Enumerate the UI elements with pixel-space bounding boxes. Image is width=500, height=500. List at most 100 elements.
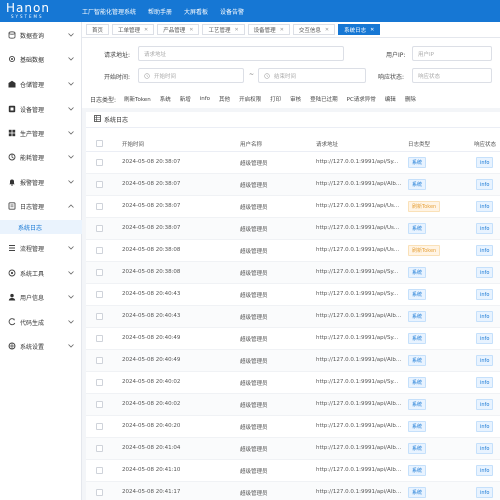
table-row[interactable]: 2024-05-08 20:38:07 超级管理员 http://127.0.0.1… xyxy=(86,152,500,174)
row-checkbox[interactable] xyxy=(96,247,103,254)
tab-work-order[interactable]: 工单管理 ✕ xyxy=(112,24,155,35)
row-checkbox[interactable] xyxy=(96,379,103,386)
table-row[interactable]: 2024-05-08 20:40:43 超级管理员 http://127.0.0.1… xyxy=(86,306,500,328)
row-checkbox[interactable] xyxy=(96,489,103,496)
log-type-badge: 系统 xyxy=(408,421,427,432)
table-row[interactable]: 2024-05-08 20:41:10 超级管理员 http://127.0.0.1… xyxy=(86,460,500,482)
top-nav-help[interactable]: 帮助手册 xyxy=(148,7,172,16)
select-all-checkbox[interactable] xyxy=(96,140,103,147)
brand-logo[interactable]: Hanon SYSTEMS xyxy=(0,0,82,22)
status-select[interactable]: 响应状态 xyxy=(412,68,492,83)
sidebar-item-basic-data[interactable]: 基础数据 xyxy=(0,52,82,66)
tab-system-log[interactable]: 系统日志 ✕ xyxy=(338,24,381,35)
log-type-option[interactable]: info xyxy=(200,96,210,102)
cell-start-time: 2024-05-08 20:41:10 xyxy=(122,467,181,473)
close-icon[interactable]: ✕ xyxy=(189,27,193,33)
sidebar-item-warehouse[interactable]: 仓储管理 xyxy=(0,77,82,91)
tab-label: 产品管理 xyxy=(163,27,186,34)
log-type-option[interactable]: 审核 xyxy=(290,95,301,103)
start-time-input[interactable]: 开始时间 xyxy=(138,68,244,83)
row-checkbox[interactable] xyxy=(96,313,103,320)
sidebar-item-production[interactable]: 生产管理 xyxy=(0,126,82,140)
column-header-start-time: 开始时间 xyxy=(122,141,145,148)
sidebar-item-data-query[interactable]: 数据查询 xyxy=(0,28,82,42)
table-row[interactable]: 2024-05-08 20:41:17 超级管理员 http://127.0.0.1… xyxy=(86,482,500,500)
log-type-option[interactable]: 新增 xyxy=(180,95,191,103)
end-time-input[interactable]: 结束时间 xyxy=(258,68,366,83)
cell-user: 超级管理员 xyxy=(240,469,268,475)
row-checkbox[interactable] xyxy=(96,467,103,474)
row-checkbox[interactable] xyxy=(96,203,103,210)
close-icon[interactable]: ✕ xyxy=(325,27,329,33)
table-row[interactable]: 2024-05-08 20:38:08 超级管理员 http://127.0.0.1… xyxy=(86,240,500,262)
row-checkbox[interactable] xyxy=(96,181,103,188)
sidebar-item-energy[interactable]: 能耗管理 xyxy=(0,150,82,164)
log-type-option[interactable]: 开启权限 xyxy=(239,95,261,103)
table-row[interactable]: 2024-05-08 20:40:02 超级管理员 http://127.0.0.1… xyxy=(86,394,500,416)
top-nav-dashboard[interactable]: 大屏看板 xyxy=(184,7,208,16)
table-row[interactable]: 2024-05-08 20:40:49 超级管理员 http://127.0.0.1… xyxy=(86,328,500,350)
sidebar-item-flow[interactable]: 流程管理 xyxy=(0,241,82,255)
sidebar-item-tools[interactable]: 系统工具 xyxy=(0,266,82,280)
row-checkbox[interactable] xyxy=(96,423,103,430)
sidebar-item-codegen[interactable]: 代码生成 xyxy=(0,315,82,329)
cell-start-time: 2024-05-08 20:40:02 xyxy=(122,401,181,407)
row-checkbox[interactable] xyxy=(96,159,103,166)
tab-interaction[interactable]: 交互信息 ✕ xyxy=(292,24,336,35)
row-checkbox[interactable] xyxy=(96,225,103,232)
sidebar-item-alarm[interactable]: 报警管理 xyxy=(0,175,82,189)
chevron-up-icon xyxy=(67,202,75,210)
row-checkbox[interactable] xyxy=(96,291,103,298)
log-type-option[interactable]: 编辑 xyxy=(385,95,396,103)
log-type-badge: 系统 xyxy=(408,267,427,278)
row-checkbox[interactable] xyxy=(96,269,103,276)
log-type-option[interactable]: 其他 xyxy=(219,95,230,103)
cell-user: 超级管理员 xyxy=(240,403,268,409)
tab-product[interactable]: 产品管理 ✕ xyxy=(157,24,200,35)
sidebar-item-user-info[interactable]: 用户信息 xyxy=(0,290,82,304)
cell-url: http://127.0.0.1:9991/api/Sy... xyxy=(316,159,399,165)
log-type-option[interactable]: 系统 xyxy=(160,95,171,103)
tab-process[interactable]: 工艺管理 ✕ xyxy=(202,24,245,35)
log-type-option[interactable]: PC请求异常 xyxy=(347,95,376,103)
table-icon xyxy=(94,115,101,124)
sidebar-item-device[interactable]: 设备管理 xyxy=(0,102,82,116)
sidebar-item-log[interactable]: 日志管理 xyxy=(0,199,82,213)
log-type-option[interactable]: 打印 xyxy=(270,95,281,103)
top-nav-system[interactable]: 工厂智能化管理系统 xyxy=(82,7,136,16)
sidebar-subitem-system-log[interactable]: 系统日志 xyxy=(0,220,82,234)
url-input[interactable]: 请求地址 xyxy=(138,46,344,61)
table-row[interactable]: 2024-05-08 20:40:49 超级管理员 http://127.0.0.1… xyxy=(86,350,500,372)
log-type-option[interactable]: 登陆已过期 xyxy=(310,95,338,103)
tab-device[interactable]: 设备管理 ✕ xyxy=(247,24,290,35)
status-badge: info xyxy=(476,289,494,300)
table-row[interactable]: 2024-05-08 20:40:20 超级管理员 http://127.0.0.1… xyxy=(86,416,500,438)
cell-start-time: 2024-05-08 20:41:04 xyxy=(122,445,181,451)
row-checkbox[interactable] xyxy=(96,335,103,342)
cell-start-time: 2024-05-08 20:40:49 xyxy=(122,357,181,363)
row-checkbox[interactable] xyxy=(96,445,103,452)
table-row[interactable]: 2024-05-08 20:38:08 超级管理员 http://127.0.0.1… xyxy=(86,262,500,284)
table-row[interactable]: 2024-05-08 20:38:07 超级管理员 http://127.0.0.1… xyxy=(86,218,500,240)
close-icon[interactable]: ✕ xyxy=(370,27,374,33)
ip-input[interactable]: 用户IP xyxy=(412,46,492,61)
log-type-option[interactable]: 删除 xyxy=(405,95,416,103)
tab-home[interactable]: 首页 xyxy=(86,24,110,35)
cell-url: http://127.0.0.1:9991/api/Alb... xyxy=(316,489,402,495)
close-icon[interactable]: ✕ xyxy=(144,27,148,33)
table-row[interactable]: 2024-05-08 20:40:43 超级管理员 http://127.0.0.1… xyxy=(86,284,500,306)
log-type-badge: 系统 xyxy=(408,223,427,234)
close-icon[interactable]: ✕ xyxy=(280,27,284,33)
table-row[interactable]: 2024-05-08 20:41:04 超级管理员 http://127.0.0.1… xyxy=(86,438,500,460)
table-row[interactable]: 2024-05-08 20:38:07 超级管理员 http://127.0.0.1… xyxy=(86,196,500,218)
top-nav-alarm[interactable]: 设备告警 xyxy=(220,7,244,16)
tab-label: 工单管理 xyxy=(118,27,141,34)
log-type-option[interactable]: 刷新Token xyxy=(124,95,151,103)
sidebar-item-settings[interactable]: 系统设置 xyxy=(0,339,82,353)
status-badge: info xyxy=(476,377,494,388)
table-row[interactable]: 2024-05-08 20:38:07 超级管理员 http://127.0.0.1… xyxy=(86,174,500,196)
table-row[interactable]: 2024-05-08 20:40:02 超级管理员 http://127.0.0.1… xyxy=(86,372,500,394)
row-checkbox[interactable] xyxy=(96,401,103,408)
close-icon[interactable]: ✕ xyxy=(234,27,238,33)
row-checkbox[interactable] xyxy=(96,357,103,364)
